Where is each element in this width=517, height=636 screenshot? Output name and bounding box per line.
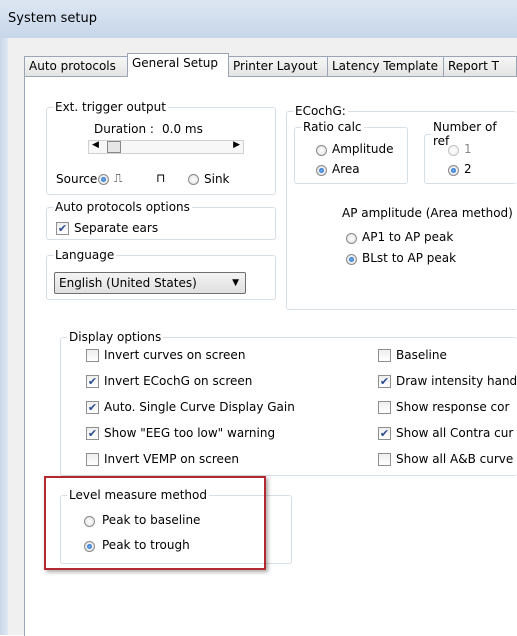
amplitude-radio[interactable] [316, 145, 327, 156]
display-option-label: Baseline [396, 348, 447, 362]
ref-1-label: 1 [464, 142, 472, 156]
language-value: English (United States) [59, 276, 197, 290]
ecochg-legend: ECochG: [295, 104, 346, 118]
display-option-checkbox[interactable] [86, 349, 99, 362]
tab-auto-protocols[interactable]: Auto protocols [24, 56, 128, 76]
display-option-checkbox[interactable]: ✔ [86, 375, 99, 388]
display-option-checkbox[interactable] [86, 453, 99, 466]
ref-1-radio[interactable] [448, 145, 459, 156]
display-option-label: Show "EEG too low" warning [104, 426, 276, 440]
display-option-checkbox[interactable]: ✔ [86, 427, 99, 440]
ratio-calc-legend: Ratio calc [303, 120, 362, 134]
display-options-legend: Display options [69, 330, 162, 344]
pulse-positive-icon: ⎍ [114, 171, 123, 185]
ap-amplitude-legend: AP amplitude (Area method) [342, 206, 513, 220]
amplitude-label: Amplitude [332, 142, 394, 156]
highlight-box [44, 476, 266, 570]
language-select[interactable]: English (United States) ▼ [54, 272, 246, 294]
display-option-label: Show all Contra cur [396, 426, 514, 440]
chevron-down-icon: ▼ [232, 278, 239, 288]
display-option-checkbox[interactable]: ✔ [86, 401, 99, 414]
display-option-label: Invert curves on screen [104, 348, 246, 362]
display-option-label: Show all A&B curve [396, 452, 514, 466]
display-option-label: Draw intensity hand [396, 374, 517, 388]
display-option-checkbox[interactable]: ✔ [378, 427, 391, 440]
source-label: Source [56, 172, 98, 186]
ap1-to-ap-peak-label: AP1 to AP peak [362, 230, 454, 244]
source-positive-radio[interactable] [98, 174, 109, 185]
area-label: Area [332, 162, 360, 176]
ext-trigger-legend: Ext. trigger output [55, 100, 166, 114]
window-title: System setup [8, 11, 97, 26]
display-option-checkbox[interactable]: ✔ [378, 375, 391, 388]
scroll-left-icon[interactable]: ◀ [92, 140, 99, 150]
separate-ears-label: Separate ears [74, 221, 159, 235]
duration-slider[interactable]: ◀ ▶ [88, 140, 244, 154]
duration-label: Duration : [94, 122, 154, 136]
tab-printer-layout[interactable]: Printer Layout [228, 56, 328, 76]
tab-report[interactable]: Report T [443, 56, 517, 76]
pulse-negative-icon: ⊓ [156, 171, 166, 185]
area-radio[interactable] [316, 165, 327, 176]
ap1-to-ap-peak-radio[interactable] [346, 233, 357, 244]
display-option-checkbox[interactable] [378, 349, 391, 362]
display-option-checkbox[interactable] [378, 453, 391, 466]
display-option-label: Invert VEMP on screen [104, 452, 239, 466]
number-of-ref-legend: Number of ref [433, 120, 497, 148]
ref-2-radio[interactable] [448, 165, 459, 176]
auto-protocols-options-legend: Auto protocols options [55, 200, 190, 214]
slider-thumb[interactable] [107, 141, 121, 153]
scroll-right-icon[interactable]: ▶ [233, 140, 240, 150]
display-option-label: Invert ECochG on screen [104, 374, 253, 388]
display-option-checkbox[interactable] [378, 401, 391, 414]
sink-label: Sink [204, 172, 230, 186]
display-option-label: Auto. Single Curve Display Gain [104, 400, 295, 414]
blst-to-ap-peak-radio[interactable] [346, 254, 357, 265]
display-option-label: Show response cor [396, 400, 510, 414]
ref-2-label: 2 [464, 162, 472, 176]
duration-value: 0.0 ms [162, 122, 203, 136]
tab-latency-template[interactable]: Latency Template [327, 56, 444, 76]
separate-ears-checkbox[interactable]: ✔ [56, 222, 69, 235]
sink-radio[interactable] [188, 174, 199, 185]
window-frame [0, 38, 8, 635]
language-legend: Language [55, 248, 115, 262]
tab-general-setup[interactable]: General Setup [127, 53, 229, 77]
blst-to-ap-peak-label: BLst to AP peak [362, 251, 457, 265]
